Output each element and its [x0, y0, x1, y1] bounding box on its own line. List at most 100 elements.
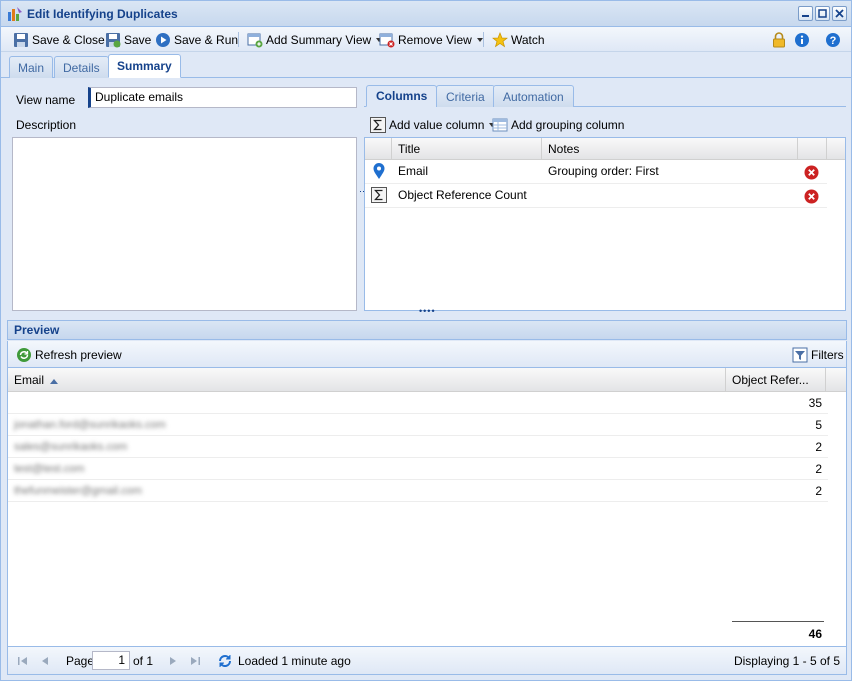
- sigma-icon: [370, 116, 386, 133]
- close-button[interactable]: [832, 6, 847, 21]
- previous-page-icon[interactable]: [38, 654, 52, 668]
- play-icon: [156, 32, 170, 47]
- last-page-icon[interactable]: [188, 654, 202, 668]
- app-icon: [8, 7, 22, 21]
- watch-label: Watch: [511, 32, 545, 47]
- help-icon: ?: [826, 32, 840, 47]
- preview-grid: Email Object Refer... 35 jonathan.ford@s…: [7, 367, 847, 647]
- columns-panel: Columns Criteria Automation Add value co…: [364, 83, 846, 311]
- remove-view-button[interactable]: Remove View: [377, 30, 485, 49]
- refresh-icon: [17, 347, 31, 362]
- save-run-button[interactable]: Save & Run: [153, 30, 240, 49]
- column-row-email[interactable]: Email Grouping order: First: [365, 160, 827, 184]
- column-row-count[interactable]: Object Reference Count: [365, 184, 827, 208]
- table-row[interactable]: jonathan.ford@sunrikaoks.com 5: [8, 414, 828, 436]
- delete-icon[interactable]: [804, 189, 819, 204]
- icon-column-header: [365, 138, 392, 160]
- tab-details[interactable]: Details: [54, 56, 109, 78]
- summary-panel: View name Duplicate emails Description ⋮…: [7, 79, 847, 315]
- column-notes: Grouping order: First: [548, 164, 659, 178]
- delete-icon[interactable]: [804, 165, 819, 180]
- page-count-label: of 1: [133, 654, 154, 668]
- summary-subtabs: Columns Criteria Automation: [364, 83, 846, 107]
- row-count: 2: [815, 440, 822, 454]
- edit-view-window: Edit Identifying Duplicates Save & Close…: [0, 0, 852, 681]
- filters-label: Filters: [811, 347, 844, 362]
- page-number-input[interactable]: 1: [92, 651, 130, 670]
- columns-grid-header: Title Notes: [365, 138, 845, 160]
- first-page-icon[interactable]: [16, 654, 30, 668]
- minimize-icon: [802, 15, 809, 17]
- save-run-label: Save & Run: [174, 32, 239, 47]
- pager: Page 1 of 1 Loaded 1 minute ago Displayi…: [7, 647, 847, 675]
- help-button[interactable]: ?: [823, 30, 843, 49]
- add-grouping-column-label: Add grouping column: [511, 117, 625, 132]
- info-icon: [795, 32, 809, 47]
- table-row[interactable]: 35: [8, 392, 828, 414]
- remove-view-icon: [379, 33, 395, 47]
- refresh-icon[interactable]: [217, 653, 233, 669]
- map-pin-icon: [373, 163, 385, 179]
- count-column-header[interactable]: Object Refer...: [726, 368, 826, 392]
- title-bar: Edit Identifying Duplicates: [1, 1, 851, 27]
- main-toolbar: Save & Close Save Save & Run Add Summary…: [1, 27, 851, 52]
- email-column-header[interactable]: Email: [8, 368, 726, 392]
- tab-automation[interactable]: Automation: [493, 85, 574, 107]
- tab-criteria[interactable]: Criteria: [436, 85, 495, 107]
- save-label: Save: [124, 32, 152, 47]
- grouping-table-icon: [492, 118, 508, 131]
- preview-toolbar: Refresh preview Filters: [7, 341, 847, 367]
- row-email: thefunmeister@gmail.com: [14, 485, 142, 497]
- maximize-button[interactable]: [815, 6, 830, 21]
- sigma-icon: [371, 187, 387, 203]
- lock-button[interactable]: [770, 30, 788, 49]
- sort-ascending-icon: [50, 379, 59, 384]
- tab-main[interactable]: Main: [9, 56, 54, 78]
- add-summary-view-button[interactable]: Add Summary View: [245, 30, 384, 49]
- horizontal-splitter[interactable]: ••••: [419, 306, 436, 316]
- notes-column-header[interactable]: Notes: [542, 138, 798, 160]
- main-tabs: Main Details Summary: [1, 53, 851, 78]
- total-count: 46: [732, 621, 824, 645]
- toolbar-separator: [238, 32, 239, 47]
- dropdown-caret-icon: [476, 37, 483, 42]
- next-page-icon[interactable]: [166, 654, 180, 668]
- refresh-preview-label: Refresh preview: [35, 347, 122, 362]
- add-view-icon: [247, 33, 263, 47]
- add-value-column-button[interactable]: Add value column: [368, 115, 497, 134]
- table-row[interactable]: thefunmeister@gmail.com 2: [8, 480, 828, 502]
- view-name-input[interactable]: Duplicate emails: [88, 87, 357, 108]
- tab-columns[interactable]: Columns: [366, 85, 438, 107]
- displaying-status: Displaying 1 - 5 of 5: [733, 654, 840, 668]
- description-textarea[interactable]: [12, 137, 357, 311]
- toolbar-separator: [483, 32, 484, 47]
- add-value-column-label: Add value column: [389, 117, 485, 132]
- view-name-label: View name: [16, 93, 76, 107]
- info-button[interactable]: [792, 30, 812, 49]
- refresh-preview-button[interactable]: Refresh preview: [14, 345, 124, 364]
- tab-summary[interactable]: Summary: [108, 54, 181, 78]
- window-title: Edit Identifying Duplicates: [27, 7, 178, 21]
- lock-icon: [773, 31, 785, 47]
- table-row[interactable]: sales@sunrikaoks.com 2: [8, 436, 828, 458]
- column-notes: [542, 184, 548, 208]
- minimize-button[interactable]: [798, 6, 813, 21]
- watch-button[interactable]: Watch: [490, 30, 547, 49]
- row-email: test@test.com: [14, 463, 85, 475]
- column-title: Email: [398, 164, 429, 178]
- add-grouping-column-button[interactable]: Add grouping column: [490, 115, 626, 134]
- star-icon: [492, 31, 508, 47]
- save-close-button[interactable]: Save & Close: [11, 30, 107, 49]
- save-button[interactable]: Save: [103, 30, 153, 49]
- row-email: jonathan.ford@sunrikaoks.com: [14, 419, 166, 431]
- table-row[interactable]: test@test.com 2: [8, 458, 828, 480]
- close-icon: [835, 9, 844, 18]
- floppy-icon: [14, 32, 28, 47]
- preview-grid-header: Email Object Refer...: [8, 368, 846, 392]
- preview-header: Preview: [7, 320, 847, 340]
- page-label: Page: [66, 654, 95, 668]
- row-count: 5: [815, 418, 822, 432]
- title-column-header[interactable]: Title: [392, 138, 542, 160]
- row-count: 2: [815, 484, 822, 498]
- filters-button[interactable]: Filters: [790, 345, 846, 364]
